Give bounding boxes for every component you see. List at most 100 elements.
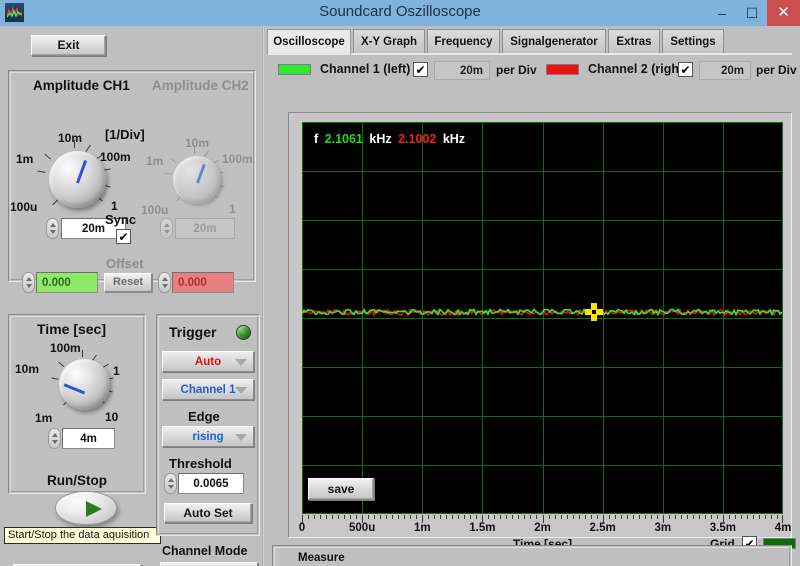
offset-ch2-spinner[interactable] — [158, 272, 171, 293]
channel1-frequency-unit: kHz — [369, 132, 392, 146]
runstop-tooltip: Start/Stop the data aquisition — [4, 527, 161, 544]
maximize-button[interactable]: ☐ — [737, 0, 767, 26]
per-div-unit-label: [1/Div] — [105, 127, 145, 142]
play-icon — [86, 501, 102, 517]
time-knob-label-100m: 100m — [50, 341, 81, 355]
sync-label: Sync — [105, 212, 137, 227]
close-button[interactable]: ✕ — [767, 0, 800, 26]
tab-oscilloscope[interactable]: Oscilloscope — [267, 29, 351, 55]
run-stop-button[interactable] — [55, 491, 117, 525]
threshold-spinner[interactable] — [164, 473, 177, 494]
channel2-frequency-unit: kHz — [442, 132, 466, 146]
ch2-value-spinner — [160, 218, 173, 239]
trigger-source-dropdown[interactable]: Channel 1 — [162, 379, 254, 400]
ch2-knob-label-1m: 1m — [146, 154, 164, 168]
ch1-value-spinner[interactable] — [46, 218, 59, 239]
minimize-button[interactable]: – — [707, 0, 737, 26]
ch1-knob-label-1: 1 — [111, 199, 118, 213]
channel2-per-div-field[interactable]: 20m — [699, 61, 751, 80]
ch2-knob-label-100m: 100m — [222, 152, 253, 166]
offset-reset-button[interactable]: Reset — [104, 273, 152, 292]
ch2-knob-label-1: 1 — [229, 202, 236, 216]
time-value-spinner[interactable] — [48, 428, 61, 449]
time-knob-label-1: 1 — [113, 364, 120, 378]
channel2-color-swatch — [546, 64, 579, 75]
freq-prefix: f — [314, 132, 319, 146]
exit-button[interactable]: Exit — [31, 35, 106, 56]
offset-ch1-field[interactable]: 0.000 — [36, 272, 98, 293]
x-tick-label: 2m — [534, 522, 551, 534]
ch2-value-field: 20m — [175, 218, 235, 239]
ch1-knob-label-100u: 100u — [10, 200, 38, 214]
trigger-led-icon — [236, 325, 251, 340]
frequency-readout: f 2.1061 kHz 2.1002 kHz — [314, 132, 468, 146]
x-tick-label: 1m — [413, 522, 431, 534]
ch2-knob-label-10m: 10m — [185, 136, 210, 150]
ch2-knob-label-100u: 100u — [141, 203, 169, 217]
tab-signalgenerator[interactable]: Signalgenerator — [502, 29, 606, 54]
tab-settings[interactable]: Settings — [662, 29, 724, 54]
chevron-down-icon — [235, 386, 247, 394]
measure-title: Measure — [298, 552, 345, 564]
ch2-amplitude-knob — [173, 156, 221, 204]
trigger-mode-dropdown[interactable]: Auto — [162, 351, 254, 372]
time-knob-label-10m: 10m — [15, 362, 40, 376]
measure-panel — [272, 545, 792, 566]
channel-mode-dropdown[interactable]: single — [160, 562, 258, 566]
x-tick-label: 1.5m — [469, 522, 496, 534]
channel1-frequency: 2.1061 — [324, 132, 363, 146]
channel1-label: Channel 1 (left) — [320, 62, 411, 76]
trigger-edge-dropdown[interactable]: rising — [162, 426, 254, 447]
time-knob[interactable] — [59, 359, 110, 410]
channel-mode-label: Channel Mode — [162, 544, 248, 558]
offset-ch1-spinner[interactable] — [22, 272, 35, 293]
threshold-field[interactable]: 0.0065 — [178, 473, 244, 494]
channel2-enable-checkbox[interactable] — [678, 62, 693, 77]
cursor-crosshair-icon[interactable] — [585, 303, 603, 321]
auto-set-button[interactable]: Auto Set — [164, 503, 252, 523]
offset-label: Offset — [106, 256, 144, 271]
sync-checkbox[interactable] — [116, 229, 131, 244]
main-area: Exit Oscilloscope X-Y Graph Frequency Si… — [0, 26, 800, 566]
waveform-trace — [302, 307, 783, 318]
time-knob-label-1m: 1m — [35, 411, 53, 425]
trigger-source-value: Channel 1 — [180, 383, 236, 396]
x-tick-label: 3.5m — [709, 522, 736, 534]
x-tick-label: 4m — [774, 522, 792, 534]
x-tick-label: 0 — [298, 522, 306, 534]
x-tick-label: 3m — [654, 522, 672, 534]
tab-frequency[interactable]: Frequency — [427, 29, 500, 54]
tab-xy-graph[interactable]: X-Y Graph — [353, 29, 425, 54]
chevron-down-icon — [235, 358, 247, 366]
channel1-enable-checkbox[interactable] — [413, 62, 428, 77]
app-window: Soundcard Oszilloscope – ☐ ✕ Exit Oscill… — [0, 0, 800, 566]
threshold-label: Threshold — [169, 456, 232, 471]
amplitude-ch1-title: Amplitude CH1 — [33, 78, 130, 93]
time-title: Time [sec] — [37, 321, 106, 337]
channel1-per-div-field[interactable]: 20m — [434, 61, 490, 80]
channel2-frequency: 2.1002 — [398, 132, 437, 146]
tab-extras[interactable]: Extras — [608, 29, 660, 54]
offset-ch2-field[interactable]: 0.000 — [172, 272, 234, 293]
time-value-field[interactable]: 4m — [62, 428, 115, 449]
ch1-knob-label-1m: 1m — [16, 152, 34, 166]
ch1-knob-label-10m: 10m — [58, 131, 83, 145]
window-title: Soundcard Oszilloscope — [319, 3, 481, 20]
runstop-label: Run/Stop — [47, 473, 107, 488]
channel2-label: Channel 2 (right) — [588, 62, 688, 76]
save-button[interactable]: save — [308, 478, 374, 500]
title-bar: Soundcard Oszilloscope – ☐ ✕ — [0, 0, 800, 26]
trigger-title: Trigger — [169, 324, 217, 340]
edge-label: Edge — [188, 409, 220, 424]
channel1-per-div-label: per Div — [496, 63, 537, 77]
trigger-edge-value: rising — [192, 430, 224, 443]
channel2-per-div-label: per Div — [756, 63, 797, 77]
channel1-color-swatch — [278, 64, 311, 75]
measure-panel-inner — [274, 547, 790, 566]
trigger-mode-value: Auto — [194, 355, 222, 368]
ch1-amplitude-knob[interactable] — [49, 151, 106, 208]
time-knob-label-10: 10 — [105, 410, 119, 424]
trigger-panel-inner — [158, 316, 258, 534]
oscilloscope-plot[interactable]: f 2.1061 kHz 2.1002 kHz — [302, 122, 783, 514]
x-tick-label: 2.5m — [589, 522, 616, 534]
